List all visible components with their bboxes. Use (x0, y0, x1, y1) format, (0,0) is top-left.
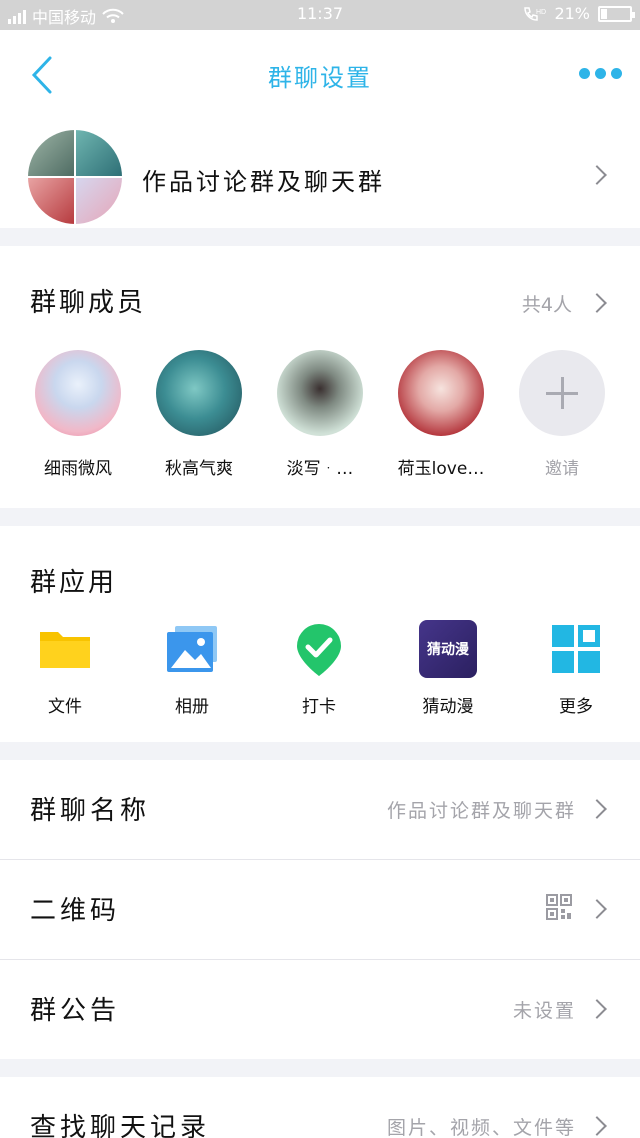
status-bar: 中国移动 11:37 HD 21% (0, 0, 640, 30)
battery-percent: 21% (554, 4, 590, 23)
app-guess-anime[interactable]: 猜动漫 猜动漫 (383, 620, 513, 717)
svg-text:HD: HD (536, 9, 546, 16)
chevron-right-icon (587, 999, 607, 1019)
group-notice-row[interactable]: 群公告 未设置 (0, 960, 640, 1059)
member-name: 荷玉love… (397, 459, 485, 479)
group-header[interactable]: 作品讨论群及聊天群 (0, 120, 640, 228)
apps-title: 群应用 (30, 568, 118, 598)
member-item[interactable]: 淡写ᆞ… (260, 350, 380, 479)
page-title: 群聊设置 (268, 64, 372, 92)
qr-code-row[interactable]: 二维码 (0, 860, 640, 959)
row-title: 群公告 (30, 996, 121, 1026)
app-label: 打卡 (302, 697, 336, 717)
chevron-right-icon (587, 899, 607, 919)
check-in-icon (290, 620, 348, 678)
apps-section: 群应用 文件 相册 打卡 猜动漫 猜动漫 更多 (0, 526, 640, 742)
app-label: 相册 (175, 697, 209, 717)
member-list: 细雨微风 秋高气爽 淡写ᆞ… 荷玉love… 邀请 (0, 350, 640, 480)
invite-label: 邀请 (545, 459, 579, 479)
member-item[interactable]: 细雨微风 (18, 350, 138, 479)
row-title: 群聊名称 (30, 796, 151, 826)
members-section: 群聊成员 共4人 细雨微风 秋高气爽 淡写ᆞ… 荷玉love… 邀请 (0, 246, 640, 508)
app-label: 猜动漫 (422, 697, 474, 717)
invite-button[interactable]: 邀请 (502, 350, 622, 479)
nav-bar: 群聊设置 (0, 30, 640, 120)
album-icon (163, 620, 221, 678)
guess-anime-badge: 猜动漫 (427, 642, 469, 658)
more-apps-icon (547, 620, 605, 678)
row-value: 作品讨论群及聊天群 (386, 800, 576, 822)
member-name: 细雨微风 (44, 459, 112, 479)
app-album[interactable]: 相册 (127, 620, 257, 717)
chevron-right-icon (587, 799, 607, 819)
chevron-right-icon (587, 165, 607, 185)
app-more[interactable]: 更多 (511, 620, 640, 717)
avatar (398, 350, 484, 436)
avatar (156, 350, 242, 436)
chevron-right-icon[interactable] (587, 293, 607, 313)
guess-anime-icon: 猜动漫 (419, 620, 477, 678)
member-item[interactable]: 秋高气爽 (139, 350, 259, 479)
more-options-icon[interactable] (579, 68, 622, 79)
row-value: 未设置 (512, 1000, 576, 1022)
add-icon (519, 350, 605, 436)
member-name: 秋高气爽 (165, 459, 233, 479)
group-avatar (28, 130, 122, 224)
folder-icon (36, 620, 94, 678)
group-name: 作品讨论群及聊天群 (142, 168, 385, 196)
member-count[interactable]: 共4人 (522, 290, 572, 317)
members-title: 群聊成员 (30, 288, 147, 318)
app-check-in[interactable]: 打卡 (254, 620, 384, 717)
row-value: 图片、视频、文件等 (386, 1117, 576, 1138)
row-title: 查找聊天记录 (30, 1113, 211, 1138)
qr-code-icon (546, 894, 572, 920)
row-title: 二维码 (30, 896, 121, 926)
group-name-row[interactable]: 群聊名称 作品讨论群及聊天群 (0, 760, 640, 859)
search-history-row[interactable]: 查找聊天记录 图片、视频、文件等 (0, 1077, 640, 1138)
hd-call-icon: HD (524, 6, 546, 21)
avatar (277, 350, 363, 436)
chevron-right-icon (587, 1116, 607, 1136)
app-file[interactable]: 文件 (0, 620, 130, 717)
member-item[interactable]: 荷玉love… (381, 350, 501, 479)
battery-icon (598, 5, 635, 22)
app-label: 文件 (48, 697, 82, 717)
app-label: 更多 (559, 697, 593, 717)
member-name: 淡写ᆞ… (286, 459, 354, 479)
app-list: 文件 相册 打卡 猜动漫 猜动漫 更多 (0, 620, 640, 717)
avatar (35, 350, 121, 436)
